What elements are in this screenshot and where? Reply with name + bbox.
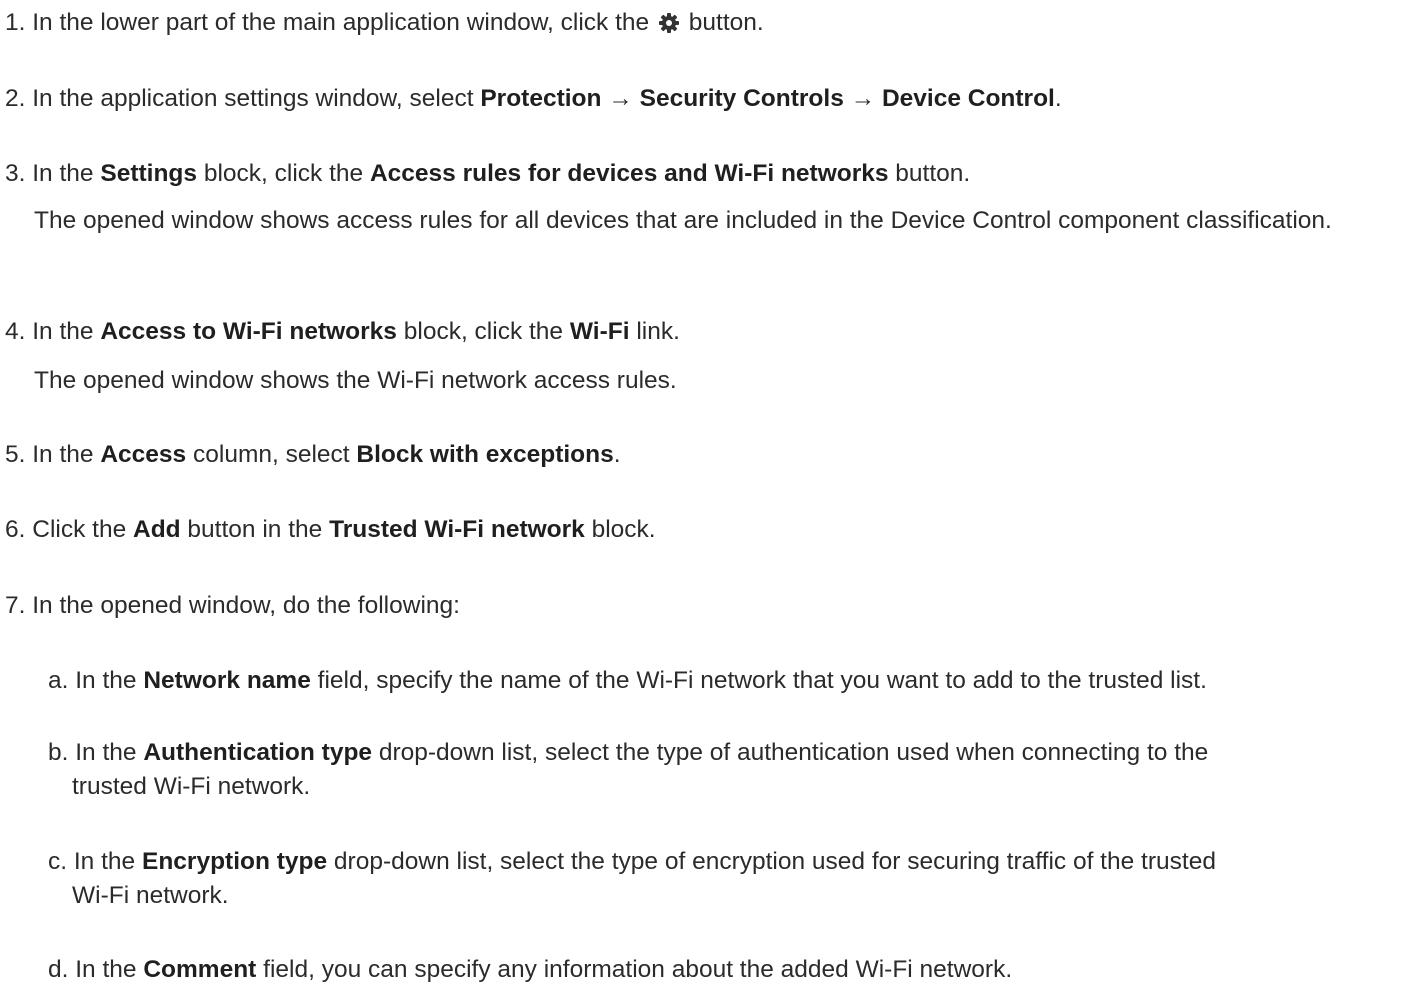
substep-text: In the — [68, 739, 144, 766]
step-7: 7. In the opened window, do the followin… — [5, 589, 1408, 623]
substep-text-continued: Wi-Fi network. — [72, 882, 229, 909]
add-button-label: Add — [133, 516, 181, 543]
substep-letter: a. — [48, 667, 69, 694]
settings-block-label: Settings — [100, 160, 198, 187]
substep-text: In the — [67, 848, 142, 875]
menu-path-security-controls: Security Controls — [639, 85, 844, 112]
step-number: 6. — [5, 516, 26, 543]
step-3-note: The opened window shows access rules for… — [34, 207, 1332, 234]
step-text: In the — [25, 318, 101, 345]
substep-b: b. In the Authentication type drop-down … — [48, 736, 1398, 804]
step-number: 7. — [5, 592, 26, 619]
step-number: 3. — [5, 160, 26, 187]
substep-c: c. In the Encryption type drop-down list… — [48, 845, 1398, 913]
step-text: button in the — [180, 516, 330, 543]
step-text: Click the — [25, 516, 133, 543]
step-text: In the opened window, do the following: — [25, 592, 460, 619]
substep-letter: c. — [48, 848, 68, 875]
step-text: button. — [888, 160, 971, 187]
arrow: → — [843, 85, 882, 112]
substep-text: field, you can specify any information a… — [256, 956, 1013, 983]
substep-letter: b. — [48, 739, 69, 766]
step-text: block, click the — [197, 160, 370, 187]
substep-d: d. In the Comment field, you can specify… — [48, 953, 1398, 987]
step-number: 5. — [5, 441, 26, 468]
step-text: block. — [584, 516, 656, 543]
block-with-exceptions-label: Block with exceptions — [356, 441, 614, 468]
network-name-field-label: Network name — [143, 667, 311, 694]
authentication-type-label: Authentication type — [143, 739, 373, 766]
access-rules-button-label: Access rules for devices and Wi-Fi netwo… — [369, 160, 889, 187]
step-3: 3. In the Settings block, click the Acce… — [5, 157, 1408, 191]
wifi-access-block-label: Access to Wi-Fi networks — [100, 318, 397, 345]
step-1: 1. In the lower part of the main applica… — [5, 6, 1408, 40]
substep-text: field, specify the name of the Wi-Fi net… — [310, 667, 1207, 694]
substep-text: drop-down list, select the type of authe… — [372, 739, 1209, 766]
step-2: 2. In the application settings window, s… — [5, 82, 1408, 116]
step-text: . — [613, 441, 621, 468]
step-number: 2. — [5, 85, 26, 112]
encryption-type-label: Encryption type — [141, 848, 328, 875]
substep-text: In the — [68, 667, 144, 694]
step-text: In the lower part of the main applicatio… — [25, 9, 656, 36]
step-text: link. — [629, 318, 680, 345]
step-text: column, select — [186, 441, 357, 468]
step-number: 1. — [5, 9, 26, 36]
gear-icon — [658, 10, 680, 33]
access-column-label: Access — [100, 441, 187, 468]
step-number: 4. — [5, 318, 26, 345]
step-text: button. — [681, 9, 764, 36]
step-text: block, click the — [396, 318, 570, 345]
step-5: 5. In the Access column, select Block wi… — [5, 438, 1408, 472]
substep-letter: d. — [48, 956, 69, 983]
step-text: In the — [25, 160, 101, 187]
step-text: . — [1054, 85, 1062, 112]
step-4: 4. In the Access to Wi-Fi networks block… — [5, 315, 1408, 349]
substep-a: a. In the Network name field, specify th… — [48, 664, 1398, 698]
wifi-link-label: Wi-Fi — [569, 318, 630, 345]
menu-path-protection: Protection — [480, 85, 602, 112]
trusted-wifi-block-label: Trusted Wi-Fi network — [329, 516, 585, 543]
comment-field-label: Comment — [143, 956, 257, 983]
arrow: → — [601, 85, 640, 112]
substep-text: drop-down list, select the type of encry… — [327, 848, 1216, 875]
step-6: 6. Click the Add button in the Trusted W… — [5, 513, 1408, 547]
menu-path-device-control: Device Control — [881, 85, 1055, 112]
step-text: In the application settings window, sele… — [25, 85, 481, 112]
substep-text-continued: trusted Wi-Fi network. — [72, 773, 311, 800]
step-text: In the — [25, 441, 101, 468]
substep-text: In the — [68, 956, 144, 983]
step-4-note: The opened window shows the Wi-Fi networ… — [34, 367, 677, 394]
